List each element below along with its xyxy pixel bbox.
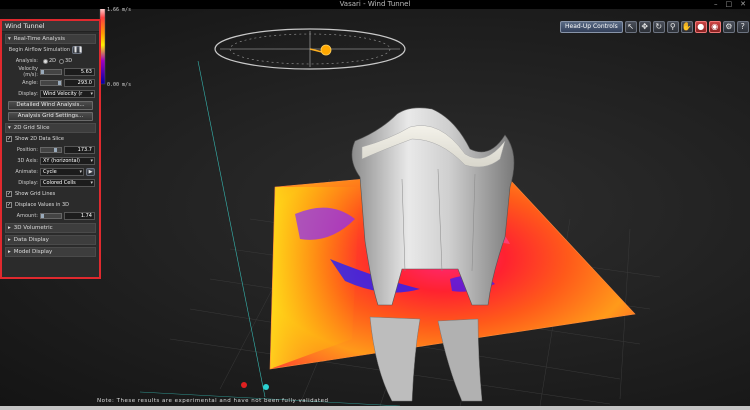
animate-row: Animate: Cycle ▶	[6, 167, 95, 177]
radio-3d-label: 3D	[65, 58, 73, 64]
expand-icon: ▸	[8, 225, 11, 231]
camera-icon[interactable]: ◉	[708, 20, 721, 33]
tower-model	[351, 107, 515, 402]
position-slider[interactable]	[40, 147, 62, 153]
display-row: Display: Wind Velocity (r	[6, 89, 95, 99]
section-volumetric-label: 3D Volumetric	[13, 225, 53, 231]
close-button[interactable]: ✕	[740, 0, 746, 9]
panel-title: Wind Tunnel	[2, 21, 99, 32]
section-model-display-label: Model Display	[13, 249, 53, 255]
slice-display-select[interactable]: Colored Cells	[40, 179, 95, 187]
velocity-label: Velocity (m/s):	[18, 66, 38, 78]
section-data-display-label: Data Display	[13, 237, 49, 243]
head-up-controls-button[interactable]: Head-Up Controls	[560, 20, 623, 33]
analysis-label: Analysis:	[15, 58, 38, 64]
displace-checkbox[interactable]: ✓	[6, 202, 12, 208]
angle-slider[interactable]	[40, 80, 62, 86]
angle-row: Angle: 293.0	[6, 78, 95, 88]
grid-lines-row: ✓ Show Grid Lines	[6, 189, 95, 199]
animate-label: Animate:	[15, 169, 38, 175]
expand-icon: ▸	[8, 237, 11, 243]
amount-row: Amount: 1.74	[6, 211, 95, 221]
analysis-grid-settings-button[interactable]: Analysis Grid Settings...	[8, 112, 93, 121]
section-realtime-header[interactable]: ▾ Real-Time Analysis	[5, 34, 96, 44]
expand-icon: ▸	[8, 249, 11, 255]
viewport-toolbar: Head-Up Controls ↖ ✥ ↻ ⚲ ✋ ● ◉ ⚙ ?	[560, 20, 749, 33]
grid-lines-label: Show Grid Lines	[15, 191, 56, 197]
section-realtime-label: Real-Time Analysis	[13, 36, 65, 42]
wind-tunnel-panel: Wind Tunnel ▾ Real-Time Analysis Begin A…	[0, 19, 101, 279]
axis-x-handle[interactable]	[241, 382, 247, 388]
minimize-button[interactable]: –	[714, 0, 718, 9]
os-taskbar	[0, 406, 750, 410]
show-slice-row: ✓ Show 2D Data Slice	[6, 134, 95, 144]
displace-row: ✓ Displace Values in 3D	[6, 200, 95, 210]
axis-label: 3D Axis:	[17, 158, 38, 164]
grid-lines-checkbox[interactable]: ✓	[6, 191, 12, 197]
wind-compass[interactable]	[214, 28, 406, 70]
section-slice-label: 2D Grid Slice	[13, 125, 50, 131]
slice-display-row: Display: Colored Cells	[6, 178, 95, 188]
radio-3d[interactable]	[59, 58, 65, 64]
position-label: Position:	[16, 147, 38, 153]
settings-icon[interactable]: ⚙	[722, 20, 735, 33]
window-title: Vasari - Wind Tunnel	[339, 0, 411, 8]
amount-slider[interactable]	[40, 213, 62, 219]
3d-viewport[interactable]: 1.66 m/s 0.00 m/s Head-Up Controls ↖ ✥ ↻…	[0, 7, 750, 406]
move-icon[interactable]: ✥	[638, 20, 651, 33]
section-slice-header[interactable]: ▾ 2D Grid Slice	[5, 123, 96, 133]
section-model-display-header[interactable]: ▸ Model Display	[5, 247, 96, 257]
record-icon[interactable]: ●	[694, 20, 707, 33]
pause-icon[interactable]: ❚❚	[72, 46, 83, 54]
maximize-button[interactable]: □	[726, 0, 733, 9]
show-slice-label: Show 2D Data Slice	[15, 136, 65, 142]
radio-2d[interactable]	[43, 58, 48, 64]
animate-select[interactable]: Cycle	[40, 168, 84, 176]
amount-label: Amount:	[16, 213, 38, 219]
legend-min-label: 0.00 m/s	[107, 82, 132, 88]
analysis-mode-row: Analysis: 2D 3D	[6, 56, 95, 66]
zoom-icon[interactable]: ⚲	[666, 20, 679, 33]
amount-field[interactable]: 1.74	[64, 212, 95, 220]
velocity-row: Velocity (m/s): 5.63	[6, 66, 95, 78]
angle-field[interactable]: 293.0	[64, 79, 95, 87]
velocity-field[interactable]: 5.63	[64, 68, 95, 76]
begin-simulation-row: Begin Airflow Simulation ❚❚	[6, 45, 95, 55]
show-slice-checkbox[interactable]: ✓	[6, 136, 12, 142]
axis-z-line	[197, 60, 266, 398]
velocity-slider[interactable]	[40, 69, 62, 75]
axis-select[interactable]: XY (horizontal)	[40, 157, 95, 165]
position-field[interactable]: 173.7	[64, 146, 95, 154]
position-row: Position: 173.7	[6, 145, 95, 155]
radio-2d-label: 2D	[49, 58, 57, 64]
section-volumetric-header[interactable]: ▸ 3D Volumetric	[5, 223, 96, 233]
begin-simulation-label: Begin Airflow Simulation	[8, 47, 70, 53]
displace-label: Displace Values in 3D	[15, 202, 69, 208]
display-label: Display:	[18, 91, 38, 97]
help-icon[interactable]: ?	[736, 20, 749, 33]
legend-max-label: 1.66 m/s	[107, 7, 132, 13]
cursor-icon[interactable]: ↖	[624, 20, 637, 33]
angle-label: Angle:	[22, 80, 38, 86]
pan-icon[interactable]: ✋	[680, 20, 693, 33]
display-select[interactable]: Wind Velocity (r	[40, 90, 95, 98]
collapse-icon: ▾	[8, 36, 11, 42]
section-data-display-header[interactable]: ▸ Data Display	[5, 235, 96, 245]
wind-tunnel-scene	[99, 9, 661, 406]
disclaimer-note: Note: These results are experimental and…	[97, 398, 329, 404]
axis-y-handle[interactable]	[263, 384, 269, 390]
collapse-icon: ▾	[8, 125, 11, 131]
rotate-icon[interactable]: ↻	[652, 20, 665, 33]
play-icon[interactable]: ▶	[86, 168, 95, 176]
axis-row: 3D Axis: XY (horizontal)	[6, 156, 95, 166]
slice-display-label: Display:	[18, 180, 38, 186]
detailed-wind-analysis-button[interactable]: Detailed Wind Analysis...	[8, 101, 93, 110]
